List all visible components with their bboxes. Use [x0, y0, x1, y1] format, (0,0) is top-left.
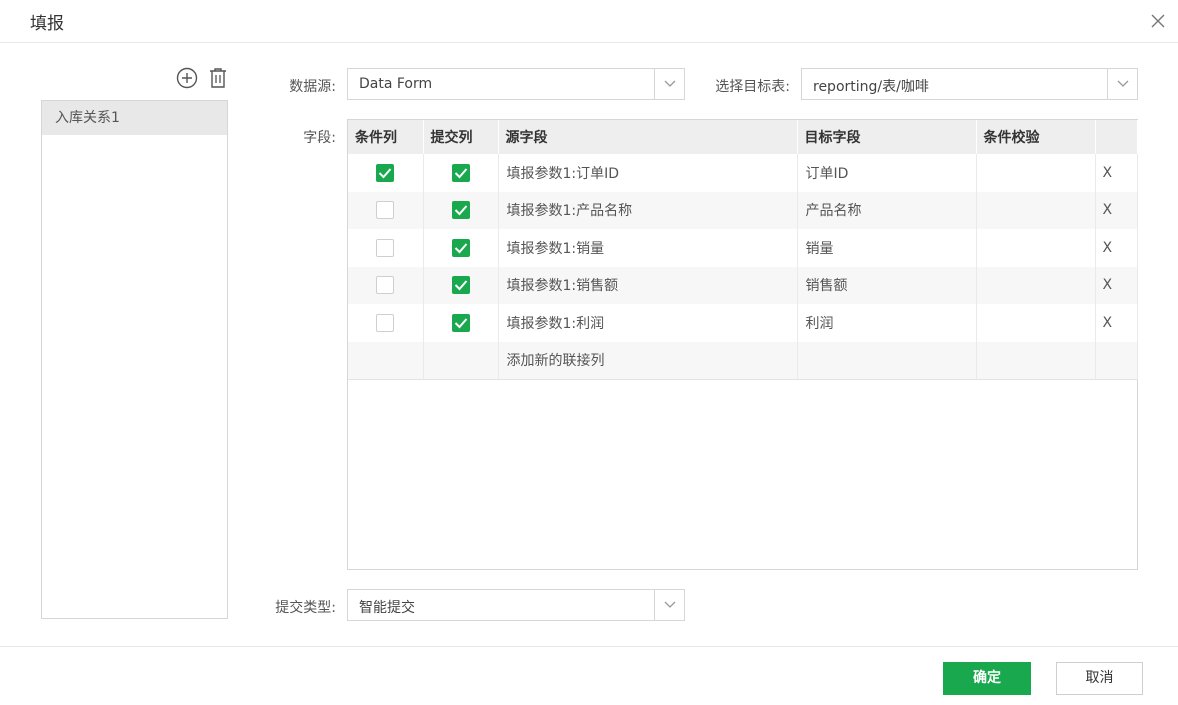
- source-select[interactable]: Data Form: [347, 68, 685, 100]
- condition-cell: [348, 154, 424, 192]
- submit-cell: [423, 304, 499, 342]
- ok-button[interactable]: 确定: [943, 662, 1031, 695]
- source-value: Data Form: [359, 76, 433, 92]
- empty-cell: [797, 341, 977, 380]
- checkmark-icon: [454, 205, 467, 216]
- target-field-cell[interactable]: 订单ID: [797, 154, 977, 192]
- checkmark-icon: [454, 168, 467, 179]
- source-field-cell[interactable]: 填报参数1:订单ID: [498, 154, 798, 192]
- grid-header-row: 条件列 提交列 源字段 目标字段 条件校验: [348, 120, 1138, 154]
- table-row: 填报参数1:销售额 销售额 X: [348, 266, 1138, 304]
- delete-row-button[interactable]: X: [1095, 266, 1138, 304]
- fields-label: 字段:: [303, 130, 336, 146]
- target-field-cell[interactable]: 销量: [797, 229, 977, 267]
- add-row: 添加新的联接列: [348, 341, 1138, 380]
- header-submit: 提交列: [423, 120, 499, 154]
- condition-cell: [348, 191, 424, 229]
- checkmark-icon: [454, 243, 467, 254]
- condition-checkbox[interactable]: [376, 163, 395, 182]
- submit-cell: [423, 154, 499, 192]
- header-actions: [1095, 120, 1138, 154]
- chevron-down-icon: [664, 601, 676, 608]
- source-field-cell[interactable]: 填报参数1:销售额: [498, 266, 798, 304]
- target-table-label: 选择目标表:: [715, 79, 790, 95]
- checkmark-icon: [454, 318, 467, 329]
- submit-checkbox[interactable]: [451, 163, 470, 182]
- source-dropdown-toggle[interactable]: [654, 69, 684, 99]
- table-row: 填报参数1:利润 利润 X: [348, 304, 1138, 342]
- chevron-down-icon: [1117, 80, 1129, 87]
- delete-row-button[interactable]: X: [1095, 229, 1138, 267]
- delete-row-button[interactable]: X: [1095, 191, 1138, 229]
- relation-list: 入库关系1: [41, 100, 228, 619]
- chevron-down-icon: [664, 80, 676, 87]
- submit-type-label: 提交类型:: [275, 600, 336, 616]
- condition-check-cell[interactable]: [976, 304, 1096, 342]
- dialog-title: 填报: [30, 14, 64, 34]
- condition-checkbox[interactable]: [376, 313, 395, 332]
- source-label: 数据源:: [289, 79, 336, 95]
- target-table-select[interactable]: reporting/表/咖啡: [801, 68, 1138, 100]
- submit-type-select[interactable]: 智能提交: [347, 589, 685, 621]
- source-field-cell[interactable]: 填报参数1:销量: [498, 229, 798, 267]
- delete-row-button[interactable]: X: [1095, 304, 1138, 342]
- table-row: 填报参数1:销量 销量 X: [348, 229, 1138, 267]
- condition-check-cell[interactable]: [976, 266, 1096, 304]
- condition-checkbox[interactable]: [376, 201, 395, 220]
- target-table-value: reporting/表/咖啡: [813, 79, 929, 95]
- empty-cell: [976, 341, 1096, 380]
- submit-checkbox[interactable]: [451, 238, 470, 257]
- add-circle-icon[interactable]: [176, 67, 198, 89]
- submit-checkbox[interactable]: [451, 313, 470, 332]
- submit-cell: [423, 266, 499, 304]
- submit-cell: [423, 229, 499, 267]
- close-icon[interactable]: [1146, 9, 1170, 33]
- checkmark-icon: [379, 168, 392, 179]
- condition-cell: [348, 229, 424, 267]
- source-field-cell[interactable]: 填报参数1:产品名称: [498, 191, 798, 229]
- cancel-button[interactable]: 取消: [1056, 662, 1143, 695]
- submit-type-value: 智能提交: [359, 600, 415, 616]
- condition-cell: [348, 266, 424, 304]
- submit-checkbox[interactable]: [451, 276, 470, 295]
- empty-cell: [1095, 341, 1138, 380]
- dialog-header: 填报: [0, 0, 1178, 43]
- submit-checkbox[interactable]: [451, 201, 470, 220]
- condition-check-cell[interactable]: [976, 191, 1096, 229]
- table-row: 填报参数1:产品名称 产品名称 X: [348, 191, 1138, 229]
- relation-item[interactable]: 入库关系1: [42, 101, 227, 135]
- empty-cell: [423, 341, 499, 380]
- condition-checkbox[interactable]: [376, 238, 395, 257]
- condition-checkbox[interactable]: [376, 276, 395, 295]
- header-condition-check: 条件校验: [976, 120, 1096, 154]
- submit-type-dropdown-toggle[interactable]: [654, 590, 684, 620]
- condition-check-cell[interactable]: [976, 154, 1096, 192]
- target-field-cell[interactable]: 销售额: [797, 266, 977, 304]
- add-join-column-link[interactable]: 添加新的联接列: [498, 341, 798, 380]
- header-target-field: 目标字段: [797, 120, 977, 154]
- header-source-field: 源字段: [498, 120, 798, 154]
- header-condition: 条件列: [348, 120, 424, 154]
- fields-grid: 条件列 提交列 源字段 目标字段 条件校验 填报参数1:订单ID 订单ID X 填报参…: [347, 119, 1138, 570]
- table-row: 填报参数1:订单ID 订单ID X: [348, 154, 1138, 192]
- target-dropdown-toggle[interactable]: [1107, 69, 1137, 99]
- condition-check-cell[interactable]: [976, 229, 1096, 267]
- checkmark-icon: [454, 280, 467, 291]
- target-field-cell[interactable]: 利润: [797, 304, 977, 342]
- trash-icon[interactable]: [208, 67, 228, 89]
- submit-cell: [423, 191, 499, 229]
- condition-cell: [348, 304, 424, 342]
- target-field-cell[interactable]: 产品名称: [797, 191, 977, 229]
- delete-row-button[interactable]: X: [1095, 154, 1138, 192]
- empty-cell: [348, 341, 424, 380]
- source-field-cell[interactable]: 填报参数1:利润: [498, 304, 798, 342]
